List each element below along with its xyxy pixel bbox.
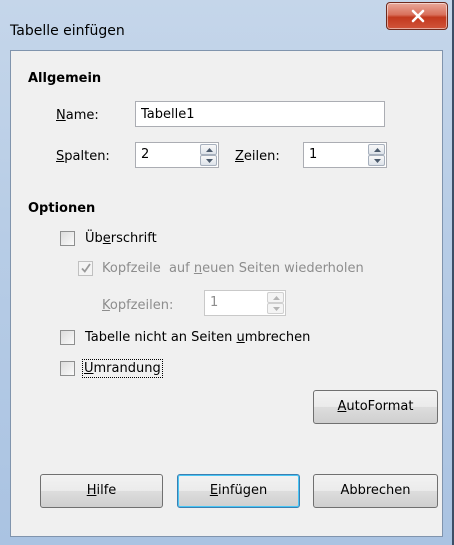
border-checkbox[interactable]: [60, 361, 75, 376]
chevron-up-icon: [273, 296, 280, 300]
rows-decrement-button[interactable]: [368, 155, 385, 166]
help-button[interactable]: Hilfe: [40, 474, 163, 508]
window-title: Tabelle einfügen: [10, 23, 125, 39]
chevron-down-icon: [206, 159, 213, 163]
dialog-window: Tabelle einfügen Allgemein Name: Spalten…: [0, 0, 454, 545]
section-heading-options: Optionen: [28, 201, 96, 216]
title-bar[interactable]: Tabelle einfügen: [0, 0, 452, 44]
table-name-input[interactable]: [135, 101, 385, 127]
insert-button[interactable]: Einfügen: [177, 474, 300, 508]
rows-value: 1: [309, 147, 318, 162]
close-button[interactable]: [386, 2, 448, 30]
rows-increment-button[interactable]: [368, 144, 385, 155]
header-rows-stepper[interactable]: 1: [204, 290, 286, 316]
repeat-heading-checkbox[interactable]: [78, 261, 93, 276]
columns-value: 2: [141, 147, 150, 162]
chevron-up-icon: [206, 148, 213, 152]
rows-label: Zeilen:: [235, 149, 280, 164]
section-heading-general: Allgemein: [28, 71, 102, 86]
repeat-heading-label: Kopfzeile auf neuen Seiten wiederholen: [102, 261, 364, 276]
header-rows-value: 1: [210, 295, 219, 310]
chevron-up-icon: [374, 148, 381, 152]
checkmark-icon: [81, 263, 91, 273]
no-split-checkbox[interactable]: [60, 330, 75, 345]
header-rows-label: Kopfzeilen:: [102, 298, 174, 313]
columns-increment-button[interactable]: [200, 144, 217, 155]
columns-decrement-button[interactable]: [200, 155, 217, 166]
border-label: Umrandung: [82, 359, 163, 378]
header-rows-increment-button[interactable]: [267, 292, 284, 303]
autoformat-button[interactable]: AutoFormat: [313, 390, 438, 424]
name-label: Name:: [56, 108, 99, 123]
header-rows-decrement-button[interactable]: [267, 303, 284, 314]
cancel-button[interactable]: Abbrechen: [313, 474, 438, 508]
heading-checkbox-label: Überschrift: [85, 231, 157, 246]
dialog-content: Allgemein Name: Spalten: 2 Zeilen: 1: [10, 50, 443, 537]
columns-label: Spalten:: [56, 149, 110, 164]
columns-stepper[interactable]: 2: [135, 142, 219, 168]
chevron-down-icon: [273, 307, 280, 311]
chevron-down-icon: [374, 159, 381, 163]
heading-checkbox[interactable]: [60, 231, 75, 246]
close-icon: [411, 9, 425, 23]
no-split-label: Tabelle nicht an Seiten umbrechen: [85, 330, 311, 345]
rows-stepper[interactable]: 1: [303, 142, 387, 168]
